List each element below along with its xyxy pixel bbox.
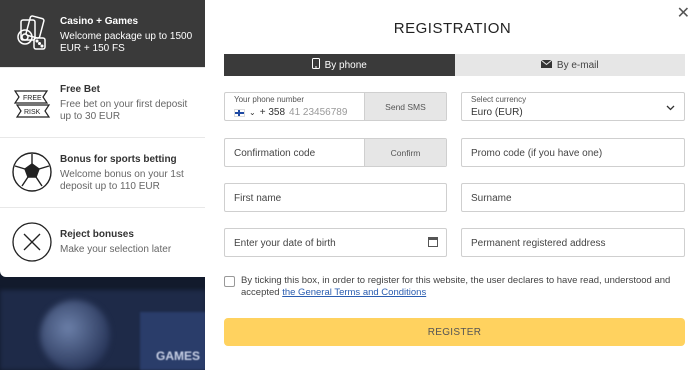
- modal-title: REGISTRATION: [393, 20, 512, 37]
- chevron-down-icon[interactable]: ⌄: [249, 108, 256, 117]
- bonus-option-reject[interactable]: Reject bonuses Make your selection later: [0, 208, 205, 277]
- bonus-title: Free Bet: [60, 84, 101, 95]
- tab-label: By phone: [324, 59, 367, 71]
- risk-text: RISK: [24, 109, 41, 116]
- phone-field[interactable]: Your phone number ⌄ + 358 41 23456789 Se…: [224, 92, 447, 121]
- confirm-button[interactable]: Confirm: [364, 139, 446, 166]
- tab-by-phone[interactable]: By phone: [224, 54, 455, 76]
- terms-text: By ticking this box, in order to registe…: [241, 275, 691, 299]
- soccer-ball-icon: [10, 150, 54, 194]
- background-games-label: GAMES: [156, 349, 201, 363]
- confirmation-code-input[interactable]: Confirmation code: [234, 148, 315, 159]
- finland-flag-icon[interactable]: [234, 108, 245, 117]
- address-input[interactable]: Permanent registered address: [471, 238, 606, 249]
- bonus-title: Reject bonuses: [60, 229, 134, 240]
- registration-modal: ✕ REGISTRATION By phone By e-mail Your p…: [205, 0, 700, 370]
- bonus-title: Casino + Games: [60, 16, 139, 27]
- confirmation-code-field[interactable]: Confirmation code Confirm: [224, 138, 447, 167]
- bonus-option-sports[interactable]: Bonus for sports betting Welcome bonus o…: [0, 138, 205, 208]
- background-ball-image: [40, 300, 110, 370]
- reject-x-icon: [10, 220, 54, 264]
- first-name-input[interactable]: First name: [234, 193, 281, 204]
- first-name-field[interactable]: First name: [224, 183, 447, 212]
- currency-label: Select currency: [471, 95, 527, 104]
- phone-input[interactable]: 41 23456789: [289, 107, 347, 118]
- date-of-birth-input[interactable]: Enter your date of birth: [234, 238, 336, 249]
- promo-code-field[interactable]: Promo code (if you have one): [461, 138, 685, 167]
- bonus-description: Make your selection later: [60, 244, 172, 255]
- registration-method-tabs: By phone By e-mail: [224, 54, 685, 76]
- bonus-option-free-bet[interactable]: FREE RISK Free Bet Free bet on your firs…: [0, 68, 205, 138]
- free-bet-ticket-icon: FREE RISK: [10, 82, 54, 126]
- terms-checkbox[interactable]: [224, 276, 235, 287]
- bonus-option-casino[interactable]: Casino + Games Welcome package up to 150…: [0, 0, 205, 68]
- bonus-panel: Casino + Games Welcome package up to 150…: [0, 0, 205, 277]
- bonus-description: Welcome package up to 1500 EUR + 150 FS: [60, 31, 193, 54]
- phone-label: Your phone number: [234, 95, 304, 104]
- tab-label: By e-mail: [556, 59, 599, 71]
- date-of-birth-field[interactable]: Enter your date of birth: [224, 228, 447, 257]
- currency-value: Euro (EUR): [471, 107, 523, 118]
- bonus-description: Welcome bonus on your 1st deposit up to …: [60, 169, 184, 192]
- calendar-icon[interactable]: [428, 237, 438, 247]
- phone-country-code: + 358: [259, 107, 286, 118]
- promo-code-input[interactable]: Promo code (if you have one): [471, 148, 602, 159]
- register-button[interactable]: REGISTER: [224, 318, 685, 346]
- chevron-down-icon: [666, 103, 675, 113]
- free-text: FREE: [23, 95, 42, 102]
- phone-icon: [311, 58, 320, 72]
- surname-field[interactable]: Surname: [461, 183, 685, 212]
- bonus-description: Free bet on your first deposit up to 30 …: [60, 99, 188, 122]
- send-sms-button[interactable]: Send SMS: [364, 93, 446, 120]
- tab-by-email[interactable]: By e-mail: [454, 54, 685, 76]
- currency-select[interactable]: Select currency Euro (EUR): [461, 92, 685, 121]
- casino-cards-dice-icon: [10, 12, 54, 56]
- envelope-icon: [540, 59, 553, 71]
- address-field[interactable]: Permanent registered address: [461, 228, 685, 257]
- terms-link[interactable]: the General Terms and Conditions: [282, 287, 426, 298]
- surname-input[interactable]: Surname: [471, 193, 512, 204]
- bonus-title: Bonus for sports betting: [60, 154, 177, 165]
